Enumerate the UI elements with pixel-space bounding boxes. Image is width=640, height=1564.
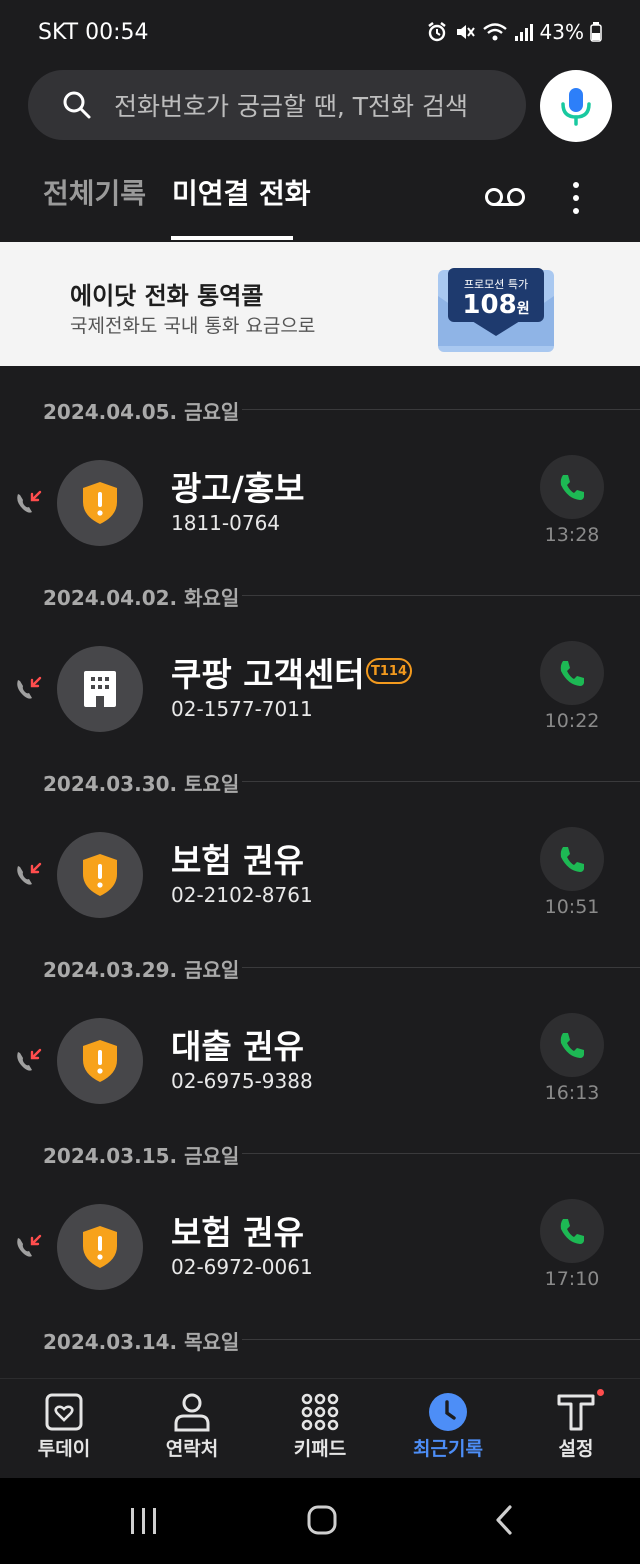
back-icon[interactable] xyxy=(490,1504,518,1536)
search-icon xyxy=(63,91,91,119)
today-icon xyxy=(45,1393,83,1431)
call-button[interactable] xyxy=(540,455,604,519)
nav-recent[interactable]: 최근기록 xyxy=(400,1392,496,1461)
call-button[interactable] xyxy=(540,1199,604,1263)
call-time: 13:28 xyxy=(544,524,600,546)
avatar[interactable] xyxy=(57,646,143,732)
system-navigation-bar xyxy=(0,1478,640,1564)
microphone-icon xyxy=(561,88,591,126)
search-input[interactable]: 전화번호가 궁금할 땐, T전화 검색 xyxy=(28,70,526,140)
call-time: 10:51 xyxy=(544,896,600,918)
voice-search-button[interactable] xyxy=(540,70,612,142)
t-settings-icon xyxy=(557,1394,595,1431)
caller-number: 02-2102-8761 xyxy=(171,883,313,907)
more-options-icon[interactable] xyxy=(566,180,586,216)
battery-percent: 43% xyxy=(539,20,584,44)
divider xyxy=(242,781,640,782)
promo-graphic-price: 108원 xyxy=(448,290,544,320)
caller-number: 1811-0764 xyxy=(171,511,281,535)
promo-title: 에이닷 전화 통역콜 xyxy=(70,282,264,310)
call-time: 10:22 xyxy=(544,710,600,732)
search-placeholder: 전화번호가 궁금할 땐, T전화 검색 xyxy=(114,92,469,121)
caller-name[interactable]: 대출 권유 xyxy=(171,1020,304,1068)
caller-number: 02-6975-9388 xyxy=(171,1069,313,1093)
warning-shield-icon xyxy=(83,1226,117,1268)
date-header: 2024.03.29. 금요일 xyxy=(43,958,240,982)
caller-number: 02-6972-0061 xyxy=(171,1255,313,1279)
date-header: 2024.03.15. 금요일 xyxy=(43,1144,240,1168)
phone-icon xyxy=(560,475,584,500)
missed-call-icon xyxy=(17,1048,42,1071)
call-button[interactable] xyxy=(540,641,604,705)
nav-contacts[interactable]: 연락처 xyxy=(144,1392,240,1461)
divider xyxy=(242,595,640,596)
tab-missed-calls[interactable]: 미연결 전화 xyxy=(172,172,311,212)
caller-number: 02-1577-7011 xyxy=(171,697,313,721)
caller-name[interactable]: 보험 권유 xyxy=(171,1206,304,1254)
promo-price-unit: 원 xyxy=(516,301,530,317)
building-icon xyxy=(84,671,116,707)
date-header: 2024.03.30. 토요일 xyxy=(43,772,240,796)
date-header: 2024.03.14. 목요일 xyxy=(43,1330,240,1354)
promo-subtitle: 국제전화도 국내 통화 요금으로 xyxy=(70,315,316,337)
caller-name[interactable]: 쿠팡 고객센터 xyxy=(171,648,365,696)
missed-call-icon xyxy=(17,862,42,885)
avatar[interactable] xyxy=(57,1204,143,1290)
warning-shield-icon xyxy=(83,482,117,524)
recent-apps-icon[interactable] xyxy=(128,1506,160,1536)
call-time: 16:13 xyxy=(544,1082,600,1104)
call-button[interactable] xyxy=(540,827,604,891)
carrier-label: SKT xyxy=(38,20,79,45)
keypad-icon xyxy=(301,1393,339,1431)
divider xyxy=(242,967,640,968)
signal-icon xyxy=(514,24,533,41)
nav-label: 투데이 xyxy=(37,1438,91,1460)
phone-icon xyxy=(560,661,584,686)
home-icon[interactable] xyxy=(306,1504,338,1536)
contacts-icon xyxy=(174,1393,210,1432)
avatar[interactable] xyxy=(57,460,143,546)
recent-clock-icon xyxy=(429,1393,467,1431)
nav-label: 연락처 xyxy=(165,1438,219,1460)
missed-call-icon xyxy=(17,490,42,513)
divider xyxy=(242,1153,640,1154)
warning-shield-icon xyxy=(83,1040,117,1082)
notification-dot xyxy=(597,1389,604,1396)
nav-label: 설정 xyxy=(558,1438,594,1460)
voicemail-icon[interactable] xyxy=(484,186,526,208)
divider xyxy=(242,409,640,410)
divider xyxy=(242,1339,640,1340)
call-button[interactable] xyxy=(540,1013,604,1077)
caller-name[interactable]: 보험 권유 xyxy=(171,834,304,882)
phone-icon xyxy=(560,847,584,872)
battery-icon xyxy=(590,22,602,42)
tab-all-calls[interactable]: 전체기록 xyxy=(43,172,146,212)
alarm-icon xyxy=(427,22,446,42)
date-header: 2024.04.02. 화요일 xyxy=(43,586,240,610)
warning-shield-icon xyxy=(83,854,117,896)
clock-label: 00:54 xyxy=(85,20,149,45)
nav-label: 최근기록 xyxy=(413,1438,483,1460)
status-icons: 43% xyxy=(426,20,602,44)
call-time: 17:10 xyxy=(544,1268,600,1290)
nav-settings[interactable]: 설정 xyxy=(528,1392,624,1461)
missed-call-icon xyxy=(17,1234,42,1257)
avatar[interactable] xyxy=(57,1018,143,1104)
nav-label: 키패드 xyxy=(293,1438,347,1460)
avatar[interactable] xyxy=(57,832,143,918)
phone-icon xyxy=(560,1219,584,1244)
status-carrier-time: SKT 00:54 xyxy=(38,20,149,45)
active-tab-indicator xyxy=(171,236,293,240)
wifi-icon xyxy=(482,23,507,41)
caller-name[interactable]: 광고/홍보 xyxy=(171,462,305,510)
nav-today[interactable]: 투데이 xyxy=(16,1392,112,1461)
date-header: 2024.04.05. 금요일 xyxy=(43,400,240,424)
missed-call-icon xyxy=(17,676,42,699)
t114-badge: T114 xyxy=(366,658,412,684)
nav-keypad[interactable]: 키패드 xyxy=(272,1392,368,1461)
promo-price-value: 108 xyxy=(462,290,517,320)
phone-icon xyxy=(560,1033,584,1058)
mute-icon xyxy=(456,25,475,39)
